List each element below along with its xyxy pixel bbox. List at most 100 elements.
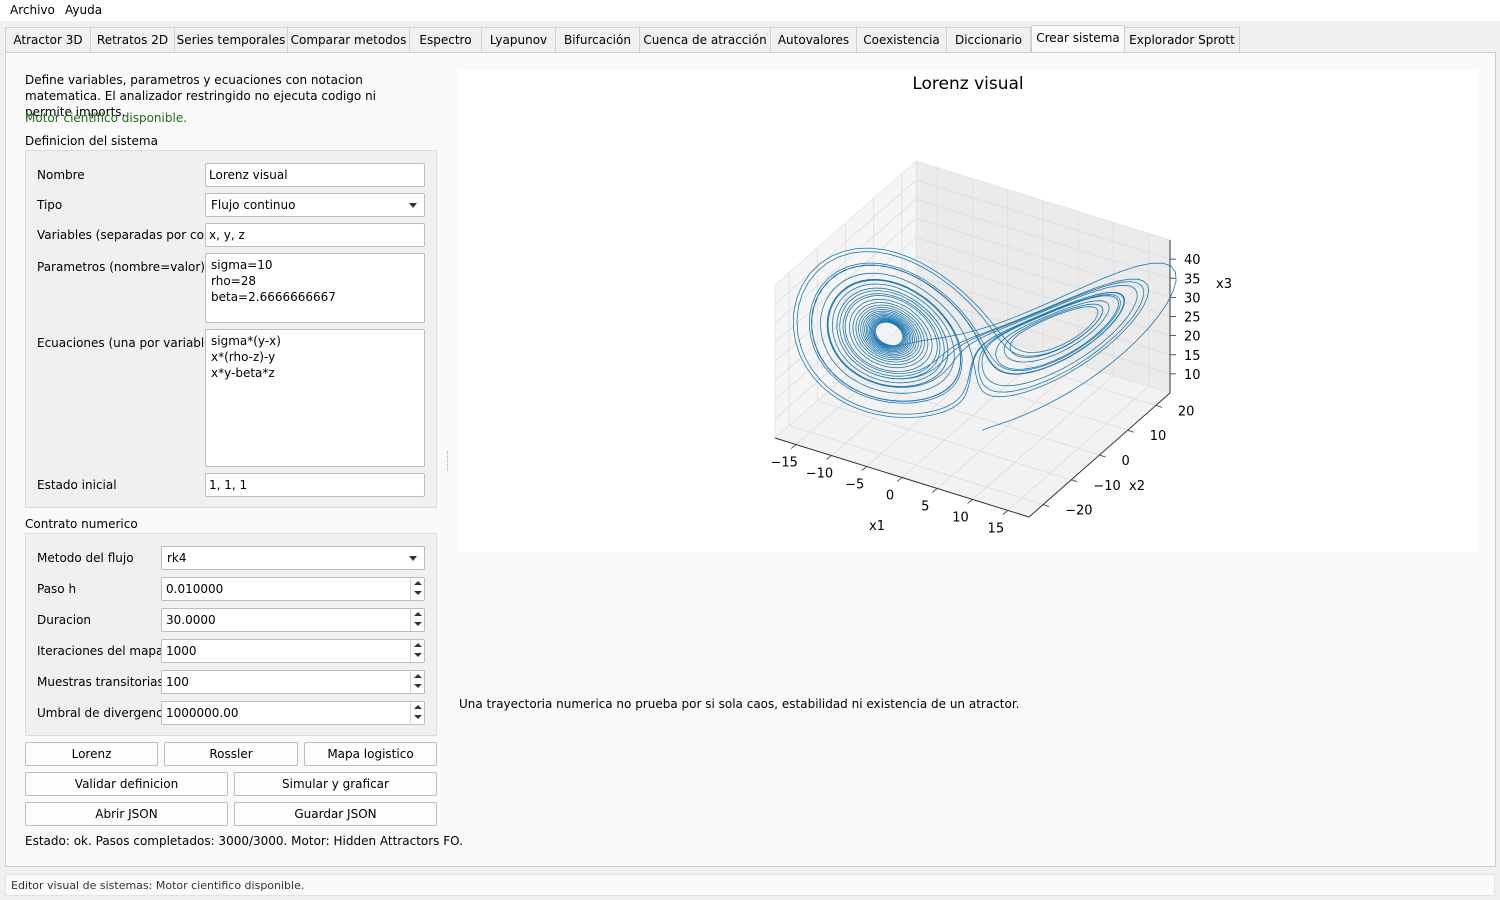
y-tick-label: −20 xyxy=(1065,504,1092,519)
type-select-value: Flujo continuo xyxy=(211,198,296,212)
x-tick-label: −10 xyxy=(806,467,833,482)
type-label: Tipo xyxy=(37,198,63,212)
z-axis-label: x3 xyxy=(1216,277,1232,292)
method-select[interactable]: rk4 xyxy=(161,546,425,570)
variables-label: Variables (separadas por coma) xyxy=(37,228,228,242)
arrow-up-icon xyxy=(414,612,422,616)
x-tick xyxy=(967,499,973,504)
equations-textarea[interactable]: sigma*(y-x) x*(rho-z)-y x*y-beta*z xyxy=(205,329,425,467)
method-label: Metodo del flujo xyxy=(37,551,134,565)
tab-comparar-metodos[interactable]: Comparar metodos xyxy=(287,27,410,52)
tab-diccionario[interactable]: Diccionario xyxy=(946,27,1031,52)
iterations-spinbox[interactable]: 1000 xyxy=(161,639,425,663)
type-select[interactable]: Flujo continuo xyxy=(205,193,425,217)
x-tick xyxy=(1002,510,1009,515)
save-json-button[interactable]: Guardar JSON xyxy=(234,802,437,826)
y-tick xyxy=(1155,405,1163,408)
arrow-down-icon xyxy=(414,591,422,595)
threshold-label: Umbral de divergencia xyxy=(37,706,174,720)
x-tick-label: 0 xyxy=(886,489,894,504)
duration-spinbox[interactable]: 30.0000 xyxy=(161,608,425,632)
name-label: Nombre xyxy=(37,168,85,182)
tab-retratos-2d[interactable]: Retratos 2D xyxy=(90,27,175,52)
menu-archivo[interactable]: Archivo xyxy=(10,3,55,17)
y-tick xyxy=(1099,454,1106,458)
arrow-up-icon xyxy=(414,674,422,678)
x-tick xyxy=(896,477,903,482)
arrow-down-icon xyxy=(414,684,422,688)
equation-line: x*y-beta*z xyxy=(211,366,275,380)
y-tick-label: 20 xyxy=(1178,404,1195,419)
name-input[interactable]: Lorenz visual xyxy=(205,163,425,187)
run-status: Estado: ok. Pasos completados: 3000/3000… xyxy=(25,834,463,848)
x-tick xyxy=(932,488,938,493)
spin-buttons[interactable] xyxy=(410,609,424,631)
params-textarea[interactable]: sigma=10 rho=28 beta=2.6666666667 xyxy=(205,253,425,323)
equation-line: sigma*(y-x) xyxy=(211,334,281,348)
z-tick-label: 15 xyxy=(1184,349,1201,364)
definition-group: Nombre Lorenz visual Tipo Flujo continuo… xyxy=(25,150,437,508)
simulate-button[interactable]: Simular y graficar xyxy=(234,772,437,796)
params-line: rho=28 xyxy=(211,274,256,288)
motor-status: Motor cientifico disponible. xyxy=(25,111,188,125)
arrow-up-icon xyxy=(414,705,422,709)
y-tick-label: 0 xyxy=(1122,454,1130,469)
open-json-button[interactable]: Abrir JSON xyxy=(25,802,228,826)
y-tick xyxy=(1127,429,1134,433)
lorenz-button[interactable]: Lorenz xyxy=(25,742,158,766)
y-axis-label: x2 xyxy=(1129,479,1145,494)
x-tick-label: 10 xyxy=(952,510,969,525)
initial-state-input[interactable]: 1, 1, 1 xyxy=(205,473,425,497)
tab-explorador-sprott[interactable]: Explorador Sprott xyxy=(1124,27,1240,52)
z-tick-label: 25 xyxy=(1184,311,1201,326)
tab-atractor-3d[interactable]: Atractor 3D xyxy=(5,27,91,52)
y-tick-label: −10 xyxy=(1093,479,1120,494)
params-line: sigma=10 xyxy=(211,258,273,272)
spin-buttons[interactable] xyxy=(410,671,424,693)
x-tick-label: −15 xyxy=(770,456,797,471)
variables-input[interactable]: x, y, z xyxy=(205,223,425,247)
spin-buttons[interactable] xyxy=(410,702,424,724)
transient-spinbox[interactable]: 100 xyxy=(161,670,425,694)
iterations-value: 1000 xyxy=(166,644,197,658)
spin-buttons[interactable] xyxy=(410,640,424,662)
validate-button[interactable]: Validar definicion xyxy=(25,772,228,796)
x-tick-label: 5 xyxy=(921,499,929,514)
step-spinbox[interactable]: 0.010000 xyxy=(161,577,425,601)
spin-buttons[interactable] xyxy=(410,578,424,600)
method-select-value: rk4 xyxy=(167,551,187,565)
logistic-map-button[interactable]: Mapa logistico xyxy=(304,742,437,766)
transient-value: 100 xyxy=(166,675,189,689)
tab-series-temporales[interactable]: Series temporales xyxy=(174,27,288,52)
z-tick-label: 35 xyxy=(1184,272,1201,287)
threshold-value: 1000000.00 xyxy=(166,706,239,720)
rossler-button[interactable]: Rossler xyxy=(164,742,298,766)
crear-sistema-panel: Define variables, parametros y ecuacione… xyxy=(5,52,1496,867)
params-line: beta=2.6666666667 xyxy=(211,290,336,304)
tab-bifurcacion[interactable]: Bifurcación xyxy=(555,27,640,52)
x-tick xyxy=(790,444,797,449)
transient-label: Muestras transitorias xyxy=(37,675,164,689)
disclaimer-note: Una trayectoria numerica no prueba por s… xyxy=(459,697,1020,711)
tab-coexistencia[interactable]: Coexistencia xyxy=(856,27,947,52)
tab-espectro[interactable]: Espectro xyxy=(409,27,482,52)
contract-group: Metodo del flujo rk4 Paso h 0.010000 Dur… xyxy=(25,533,437,736)
arrow-down-icon xyxy=(414,653,422,657)
z-tick-label: 20 xyxy=(1184,330,1201,345)
arrow-up-icon xyxy=(414,581,422,585)
menu-ayuda[interactable]: Ayuda xyxy=(65,3,102,17)
x-axis-label: x1 xyxy=(869,519,885,534)
initial-state-label: Estado inicial xyxy=(37,478,117,492)
arrow-down-icon xyxy=(414,715,422,719)
contract-section-title: Contrato numerico xyxy=(25,517,138,531)
tab-crear-sistema[interactable]: Crear sistema xyxy=(1031,25,1125,52)
definition-section-title: Definicion del sistema xyxy=(25,134,158,148)
chevron-down-icon xyxy=(409,556,417,561)
tab-autovalores[interactable]: Autovalores xyxy=(770,27,857,52)
tab-lyapunov[interactable]: Lyapunov xyxy=(481,27,556,52)
tab-cuenca[interactable]: Cuenca de atracción xyxy=(639,27,771,52)
iterations-label: Iteraciones del mapa xyxy=(37,644,164,658)
threshold-spinbox[interactable]: 1000000.00 xyxy=(161,701,425,725)
z-tick-label: 40 xyxy=(1184,253,1201,268)
splitter-handle[interactable] xyxy=(447,451,449,471)
